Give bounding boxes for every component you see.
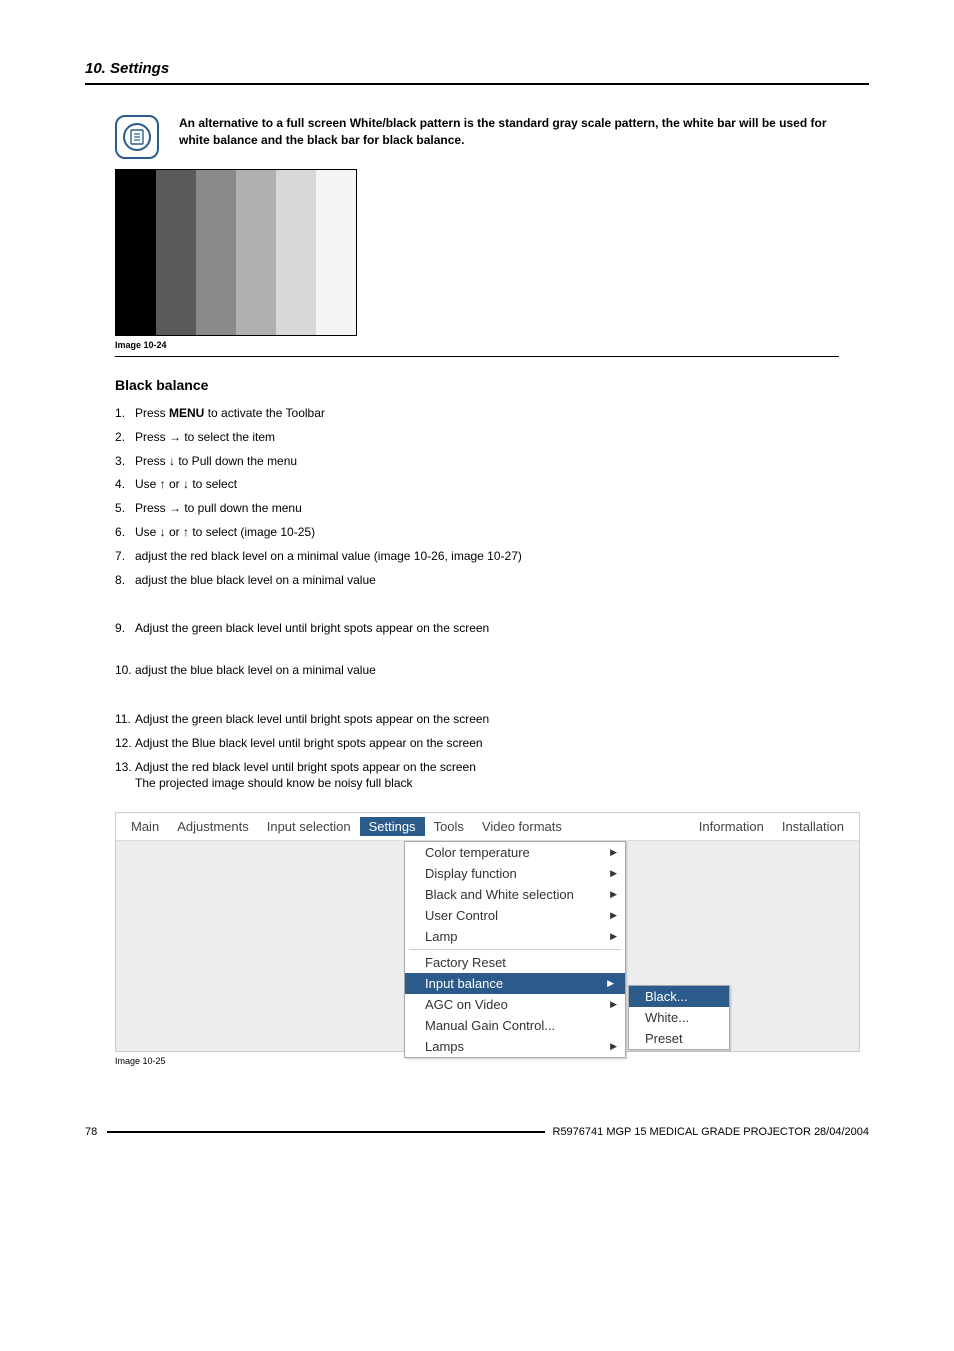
menu-item-input-selection[interactable]: Input selection [258,817,360,836]
step-text: adjust the blue black level on a minimal… [135,572,869,589]
page-footer: 78 R5976741 MGP 15 MEDICAL GRADE PROJECT… [85,1126,869,1138]
dropdown-item-manual-gain[interactable]: Manual Gain Control... [405,1015,625,1036]
submenu-arrow-icon: ▶ [610,999,617,1010]
grayscale-bar [316,170,356,335]
dropdown-item-lamps[interactable]: Lamps▶ [405,1036,625,1057]
image-caption: Image 10-24 [115,340,869,350]
grayscale-bar [116,170,156,335]
input-balance-submenu: Black... White... Preset [628,985,730,1050]
step: Press → to select the item [115,429,869,446]
steps-list: Adjust the green black level until brigh… [115,620,869,637]
step: Adjust the Blue black level until bright… [115,735,869,752]
step-text: Adjust the Blue black level until bright… [135,735,869,752]
note-icon [115,115,159,159]
menu-item-settings[interactable]: Settings [360,817,425,836]
grayscale-bar [196,170,236,335]
submenu-arrow-icon: ▶ [610,868,617,879]
steps-list: adjust the blue black level on a minimal… [115,662,869,679]
menu-item-main[interactable]: Main [122,817,168,836]
step: Use ↓ or ↑ to select (image 10-25) [115,524,869,541]
steps-list: Adjust the green black level until brigh… [115,711,869,792]
menu-item-installation[interactable]: Installation [773,817,853,836]
dropdown-item-input-balance[interactable]: Input balance▶ [405,973,625,994]
step-text: adjust the red black level on a minimal … [135,548,869,565]
step: Use ↑ or ↓ to select [115,476,869,493]
submenu-item-preset[interactable]: Preset [629,1028,729,1049]
submenu-arrow-icon: ▶ [610,931,617,942]
step-text: Adjust the green black level until brigh… [135,711,869,728]
step-bold: MENU [169,406,204,420]
page-header: 10. Settings [85,60,869,77]
step: adjust the blue black level on a minimal… [115,662,869,679]
step: Press ↓ to Pull down the menu [115,453,869,470]
step-text: Press → to pull down the menu [135,500,869,517]
footer-text: R5976741 MGP 15 MEDICAL GRADE PROJECTOR … [553,1126,870,1138]
grayscale-bar [156,170,196,335]
step-note: The projected image should know be noisy… [135,776,413,790]
settings-dropdown: Color temperature▶ Display function▶ Bla… [404,841,626,1058]
step-text: Use ↓ or ↑ to select (image 10-25) [135,524,869,541]
dropdown-item-user-control[interactable]: User Control▶ [405,905,625,926]
step: Press MENU to activate the Toolbar [115,405,869,422]
step-text: Press [135,406,169,420]
step-text: Adjust the green black level until brigh… [135,620,869,637]
dropdown-item-lamp[interactable]: Lamp▶ [405,926,625,947]
step-text: Use ↑ or ↓ to select [135,476,869,493]
document-icon [123,123,151,151]
section-title: Black balance [115,377,869,393]
grayscale-pattern [115,169,357,336]
note-text: An alternative to a full screen White/bl… [179,115,839,149]
menu-item-information[interactable]: Information [690,817,773,836]
submenu-arrow-icon: ▶ [610,910,617,921]
submenu-arrow-icon: ▶ [610,847,617,858]
step-text: Press → to select the item [135,429,869,446]
step: adjust the blue black level on a minimal… [115,572,869,589]
step-text: adjust the blue black level on a minimal… [135,662,869,679]
dropdown-item-color-temperature[interactable]: Color temperature▶ [405,842,625,863]
note-block: An alternative to a full screen White/bl… [115,115,839,159]
menu-item-tools[interactable]: Tools [425,817,473,836]
submenu-arrow-icon: ▶ [610,889,617,900]
step-text: Adjust the red black level until bright … [135,760,476,774]
submenu-arrow-icon: ▶ [610,1041,617,1052]
page-number: 78 [85,1126,107,1138]
grayscale-bar [276,170,316,335]
dropdown-item-agc-on-video[interactable]: AGC on Video▶ [405,994,625,1015]
step: Adjust the green black level until brigh… [115,711,869,728]
footer-rule [107,1131,544,1133]
step: Press → to pull down the menu [115,500,869,517]
dropdown-item-display-function[interactable]: Display function▶ [405,863,625,884]
step: adjust the red black level on a minimal … [115,548,869,565]
step-text: to activate the Toolbar [204,406,325,420]
steps-list: Press MENU to activate the Toolbar Press… [115,405,869,588]
dropdown-separator [409,949,621,950]
menu-bar: Main Adjustments Input selection Setting… [116,813,859,841]
step: Adjust the green black level until brigh… [115,620,869,637]
menu-item-video-formats[interactable]: Video formats [473,817,571,836]
menu-screenshot: Main Adjustments Input selection Setting… [115,812,860,1052]
dropdown-item-factory-reset[interactable]: Factory Reset [405,952,625,973]
step: Adjust the red black level until bright … [115,759,869,793]
dropdown-item-bw-selection[interactable]: Black and White selection▶ [405,884,625,905]
header-rule [85,83,869,85]
submenu-arrow-icon: ▶ [604,977,617,990]
submenu-item-black[interactable]: Black... [629,986,729,1007]
step-text: Press ↓ to Pull down the menu [135,453,869,470]
menu-item-adjustments[interactable]: Adjustments [168,817,258,836]
submenu-item-white[interactable]: White... [629,1007,729,1028]
grayscale-bar [236,170,276,335]
section-rule [115,356,839,357]
menu-body: Color temperature▶ Display function▶ Bla… [116,841,859,1051]
